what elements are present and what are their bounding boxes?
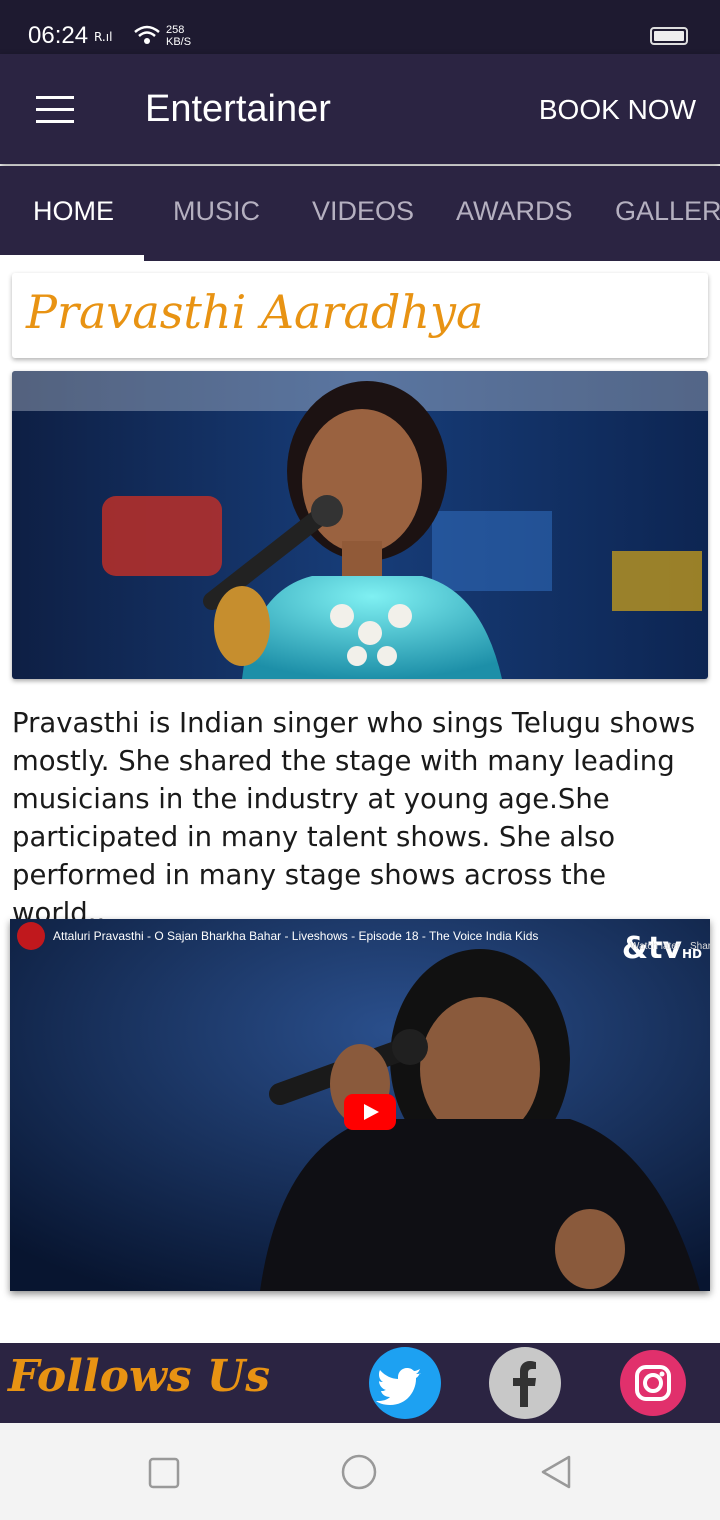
footer: Follows Us: [0, 1343, 720, 1423]
watch-later-button[interactable]: Watch later: [630, 941, 680, 952]
wifi-icon: [134, 25, 160, 44]
signal-icon: R.ıl: [94, 30, 113, 44]
signal-label: R: [94, 30, 102, 44]
app-title: Entertainer: [145, 88, 331, 130]
menu-button[interactable]: [36, 96, 76, 124]
tab-indicator: [0, 255, 144, 261]
speed-unit: KB/S: [166, 36, 192, 48]
status-bar: 06:24 R.ıl 258 KB/S: [0, 0, 720, 54]
follow-us-label: Follows Us: [8, 1351, 271, 1402]
tab-bar: HOME MUSIC VIDEOS AWARDS GALLERY: [0, 166, 720, 261]
tab-music[interactable]: MUSIC: [173, 196, 260, 227]
video-title[interactable]: Attaluri Pravasthi - O Sajan Bharkha Bah…: [53, 929, 538, 943]
speed-value: 258: [166, 24, 185, 36]
channel-avatar[interactable]: [17, 922, 45, 950]
tab-gallery[interactable]: GALLERY: [615, 196, 720, 227]
video-player[interactable]: Attaluri Pravasthi - O Sajan Bharkha Bah…: [10, 919, 710, 1291]
artist-photo: [12, 371, 708, 679]
artist-name: Pravasthi Aaradhya: [26, 285, 484, 339]
tab-home[interactable]: HOME: [33, 196, 114, 227]
facebook-icon[interactable]: [489, 1347, 561, 1419]
battery-icon: [650, 27, 688, 45]
network-speed: 258 KB/S: [166, 24, 191, 48]
home-icon[interactable]: [340, 1453, 378, 1491]
share-button[interactable]: Share: [690, 941, 710, 952]
app-bar: Entertainer BOOK NOW: [0, 54, 720, 164]
tab-videos[interactable]: VIDEOS: [312, 196, 414, 227]
tab-awards[interactable]: AWARDS: [456, 196, 573, 227]
artist-bio: Pravasthi is Indian singer who sings Tel…: [12, 707, 696, 929]
recents-icon[interactable]: [148, 1457, 180, 1489]
twitter-icon[interactable]: [369, 1347, 441, 1419]
play-icon[interactable]: [344, 1094, 396, 1130]
instagram-icon[interactable]: [620, 1350, 686, 1416]
back-icon[interactable]: [538, 1454, 574, 1490]
system-nav-bar: [0, 1423, 720, 1520]
book-now-button[interactable]: BOOK NOW: [539, 94, 696, 126]
status-time: 06:24: [28, 22, 89, 49]
artist-name-card: Pravasthi Aaradhya: [12, 273, 708, 358]
